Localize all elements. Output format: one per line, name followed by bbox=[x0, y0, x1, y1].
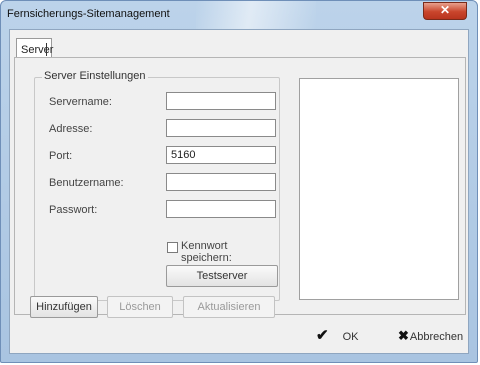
ok-button[interactable]: ✔ OK bbox=[316, 325, 358, 347]
server-tab-panel: Server Einstellungen Servername: Adresse… bbox=[14, 57, 466, 315]
ok-label: OK bbox=[342, 331, 359, 343]
tab-server-label: Server bbox=[21, 44, 54, 56]
tab-server[interactable]: Server bbox=[16, 38, 54, 58]
test-server-button[interactable]: Testserver bbox=[166, 265, 278, 287]
adresse-field[interactable] bbox=[166, 119, 276, 137]
cancel-button[interactable]: ✖Abbrechen bbox=[398, 325, 463, 347]
dialog-window: Fernsicherungs-Sitemanagement ✕ Server S… bbox=[0, 0, 478, 363]
dialog-client-area: Server Server Einstellungen Servername: … bbox=[9, 29, 469, 354]
window-title: Fernsicherungs-Sitemanagement bbox=[7, 8, 170, 20]
dialog-footer: ✔ OK ✖Abbrechen bbox=[10, 325, 468, 353]
passwort-label: Passwort: bbox=[49, 204, 98, 216]
checkmark-icon: ✔ bbox=[316, 327, 329, 344]
servername-label: Servername: bbox=[49, 96, 112, 108]
server-settings-title: Server Einstellungen bbox=[42, 70, 148, 82]
refresh-button[interactable]: Aktualisieren bbox=[183, 296, 275, 318]
cancel-label: Abbrechen bbox=[409, 331, 464, 343]
port-field[interactable]: 5160 bbox=[166, 146, 276, 164]
delete-button[interactable]: Löschen bbox=[107, 296, 173, 318]
x-mark-icon: ✖ bbox=[398, 328, 409, 343]
benutzername-field[interactable] bbox=[166, 173, 276, 191]
servername-field[interactable] bbox=[166, 92, 276, 110]
remember-password-label[interactable]: Kennwort speichern: bbox=[181, 240, 279, 264]
port-label: Port: bbox=[49, 150, 73, 162]
tab-focus-caret bbox=[46, 43, 47, 56]
adresse-label: Adresse: bbox=[49, 123, 93, 135]
close-button[interactable]: ✕ bbox=[423, 2, 467, 20]
benutzername-label: Benutzername: bbox=[49, 177, 124, 189]
server-settings-group: Server Einstellungen Servername: Adresse… bbox=[34, 70, 280, 301]
close-icon: ✕ bbox=[439, 3, 451, 17]
server-list[interactable] bbox=[299, 78, 459, 300]
title-glass-highlight bbox=[196, 1, 316, 29]
title-bar[interactable]: Fernsicherungs-Sitemanagement ✕ bbox=[1, 1, 477, 29]
add-button[interactable]: Hinzufügen bbox=[30, 296, 98, 318]
remember-password-checkbox[interactable] bbox=[167, 242, 178, 253]
passwort-field[interactable] bbox=[166, 200, 276, 218]
